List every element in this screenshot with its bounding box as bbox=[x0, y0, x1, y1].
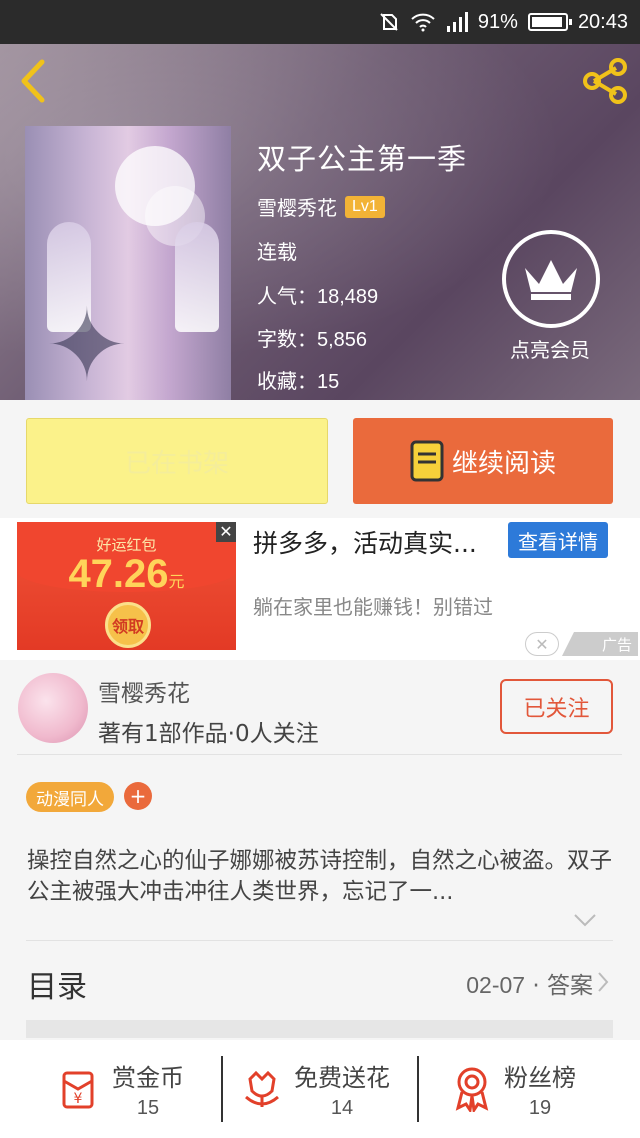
bottom-bar: ¥ 赏金币 15 免费送花 14 粉丝榜 19 bbox=[0, 1040, 640, 1138]
continue-reading-label: 继续阅读 bbox=[451, 448, 556, 479]
ad-tag: 广告 bbox=[562, 632, 638, 656]
clock: 20:43 bbox=[577, 10, 628, 33]
status-bar: 91% 20:43 bbox=[0, 0, 640, 44]
medal-icon bbox=[455, 1067, 489, 1112]
author-info: 著有1部作品·0人关注 bbox=[98, 721, 319, 747]
battery-icon bbox=[527, 13, 572, 31]
ad-dismiss-button[interactable]: ✕ bbox=[525, 632, 559, 656]
flower-icon bbox=[245, 1070, 279, 1107]
reward-coins-count: 15 bbox=[136, 1097, 160, 1119]
fan-ranking-count: 19 bbox=[528, 1097, 552, 1119]
vip-button[interactable] bbox=[502, 230, 600, 328]
fan-ranking-button[interactable]: 粉丝榜 19 bbox=[452, 1054, 576, 1124]
ad-claim-badge: 领取 bbox=[105, 602, 151, 648]
ad-title[interactable]: 拼多多，活动真实... bbox=[253, 524, 477, 560]
chevron-left-icon bbox=[21, 59, 45, 103]
divider bbox=[26, 940, 613, 941]
genre-tag[interactable]: 动漫同人 bbox=[26, 782, 114, 812]
word-count-row: 字数：5,856 bbox=[257, 327, 368, 351]
book-cover[interactable]: ✦ bbox=[25, 126, 231, 400]
signal-icon bbox=[446, 12, 468, 32]
back-button[interactable] bbox=[14, 56, 54, 106]
share-icon bbox=[583, 58, 627, 104]
popularity-row: 人气：18,489 bbox=[257, 284, 379, 308]
latest-chapter[interactable]: 02-07 · 答案 bbox=[466, 966, 593, 1000]
ad-image-amount: 47.26元 bbox=[68, 552, 185, 596]
send-flower-count: 14 bbox=[330, 1097, 354, 1119]
add-tag-button[interactable]: + bbox=[124, 782, 152, 810]
send-flower-label: 免费送花 bbox=[294, 1064, 390, 1092]
send-flower-button[interactable]: 免费送花 14 bbox=[242, 1054, 390, 1124]
reward-coins-button[interactable]: ¥ 赏金币 15 bbox=[58, 1054, 184, 1124]
svg-text:¥: ¥ bbox=[74, 1091, 83, 1107]
no-sim-icon bbox=[378, 11, 400, 33]
vip-label: 点亮会员 bbox=[510, 338, 590, 362]
synopsis[interactable]: 操控自然之心的仙子娜娜被苏诗控制，自然之心被盗。双子公主被强大冲击冲往人类世界，… bbox=[27, 846, 613, 908]
level-badge: Lv1 bbox=[345, 195, 385, 218]
divider bbox=[417, 1056, 419, 1122]
author-name[interactable]: 雪樱秀花 bbox=[98, 674, 190, 708]
book-title: 双子公主第一季 bbox=[257, 142, 468, 176]
avatar[interactable] bbox=[18, 673, 88, 743]
ad-image[interactable]: 好运红包 47.26元 领取 ✕ bbox=[17, 522, 236, 650]
reward-coins-label: 赏金币 bbox=[112, 1064, 184, 1092]
divider bbox=[17, 754, 622, 755]
continue-reading-button[interactable]: 继续阅读 bbox=[353, 418, 613, 504]
ad-details-button[interactable]: 查看详情 bbox=[508, 522, 608, 558]
expand-synopsis-button[interactable] bbox=[573, 912, 597, 928]
section-spacer bbox=[26, 1020, 613, 1038]
chevron-down-icon bbox=[574, 914, 596, 927]
toc-label[interactable]: 目录 bbox=[27, 962, 87, 1006]
chevron-right-icon bbox=[596, 970, 610, 994]
battery-percent: 91% bbox=[477, 10, 518, 33]
author-card: 雪樱秀花 著有1部作品·0人关注 已关注 bbox=[0, 660, 640, 755]
ad-banner[interactable]: 好运红包 47.26元 领取 ✕ 拼多多，活动真实... 查看详情 躺在家里也能… bbox=[0, 518, 640, 660]
follow-button[interactable]: 已关注 bbox=[500, 679, 613, 734]
book-author[interactable]: 雪樱秀花 bbox=[257, 192, 337, 221]
on-shelf-button[interactable]: 已在书架 bbox=[26, 418, 328, 504]
wifi-icon bbox=[410, 12, 436, 32]
ad-close-icon[interactable]: ✕ bbox=[216, 522, 236, 542]
sparkle-icon: ✦ bbox=[45, 287, 129, 400]
ad-description: 躺在家里也能赚钱！别错过 bbox=[253, 595, 493, 619]
book-header: ✦ 双子公主第一季 雪樱秀花 Lv1 连载 人气：18,489 字数：5,856… bbox=[0, 44, 640, 400]
red-envelope-icon: ¥ bbox=[62, 1071, 94, 1109]
divider bbox=[221, 1056, 223, 1122]
favorites-row: 收藏：15 bbox=[257, 369, 340, 393]
crown-icon bbox=[525, 260, 577, 300]
book-icon bbox=[410, 440, 444, 482]
book-status: 连载 bbox=[257, 240, 297, 264]
share-button[interactable] bbox=[580, 56, 630, 106]
fan-ranking-label: 粉丝榜 bbox=[504, 1064, 576, 1092]
